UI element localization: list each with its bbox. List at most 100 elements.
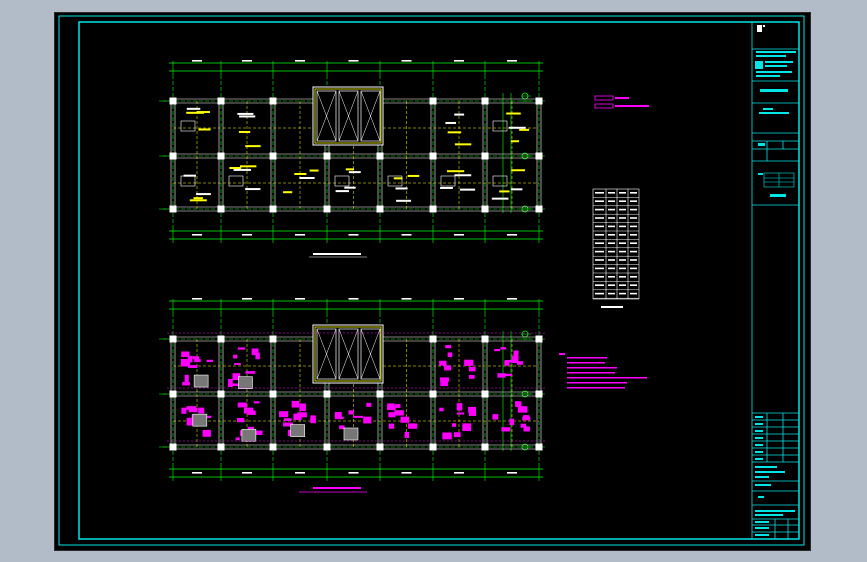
column-icon: [535, 390, 543, 398]
table-cell: [608, 259, 615, 261]
dimension-label: [192, 472, 202, 474]
table-cell: [595, 192, 604, 194]
plan-caption-top: [309, 253, 367, 258]
rebar-mark: [464, 359, 474, 366]
dimension-label: [192, 60, 202, 62]
column-icon: [429, 335, 437, 343]
rebar-mark: [395, 404, 401, 408]
rebar-mark: [188, 365, 198, 368]
beam-label: [396, 199, 412, 202]
table-cell: [630, 250, 637, 253]
structural-plan-upper[interactable]: [159, 60, 547, 243]
rebar-mark: [181, 351, 190, 358]
rebar-mark: [504, 360, 514, 363]
column-icon: [323, 205, 331, 213]
table-cell: [608, 225, 615, 228]
rebar-mark: [283, 418, 292, 422]
rebar-mark: [492, 414, 499, 420]
rebar-mark: [243, 407, 254, 414]
dimension-label: [295, 298, 305, 300]
rebar-mark: [517, 406, 528, 413]
rebar-mark: [181, 407, 187, 414]
rebar-mark: [388, 423, 395, 429]
dimension-label: [507, 472, 517, 474]
dimension-label: [401, 298, 412, 300]
inner-frame: [78, 21, 800, 540]
column-icon: [217, 390, 225, 398]
slab-marker: [334, 175, 350, 187]
rebar-mark: [439, 407, 444, 412]
table-cell: [619, 192, 626, 194]
title-block-scribble: [755, 51, 796, 536]
rebar-mark: [363, 416, 372, 424]
column-icon: [481, 152, 489, 160]
rebar-mark: [453, 432, 461, 438]
column-icon: [169, 152, 177, 160]
beam-label: [294, 172, 307, 175]
beam-label: [196, 111, 210, 114]
hatched-opening: [241, 428, 257, 442]
rebar-mark: [408, 423, 418, 429]
beam-label: [459, 188, 476, 191]
beam-label: [499, 190, 510, 193]
beam-label: [506, 112, 521, 115]
table-cell: [608, 267, 615, 270]
beam-label: [454, 143, 472, 146]
rebar-mark: [237, 417, 245, 423]
beam-label: [348, 171, 361, 174]
column-icon: [481, 97, 489, 105]
table-cell: [595, 234, 604, 236]
dimension-label: [295, 472, 305, 474]
column-icon: [481, 390, 489, 398]
column-icon: [376, 152, 384, 160]
column-icon: [217, 97, 225, 105]
table-cell: [595, 250, 604, 253]
column-icon: [535, 335, 543, 343]
rebar-mark: [400, 416, 410, 423]
plan-caption-bottom: [299, 487, 367, 493]
column-icon: [429, 390, 437, 398]
column-icon: [481, 205, 489, 213]
beam-label: [511, 188, 523, 191]
rebar-mark: [513, 350, 519, 357]
rebar-mark: [440, 381, 448, 387]
column-icon: [217, 443, 225, 451]
table-cell: [595, 292, 604, 295]
rebar-mark: [198, 407, 205, 414]
column-icon: [535, 97, 543, 105]
beam-label: [283, 191, 293, 194]
table-cell: [630, 292, 637, 295]
beam-label: [309, 169, 319, 172]
rebar-mark: [503, 373, 512, 377]
dimension-label: [454, 472, 464, 474]
rebar-mark: [445, 345, 452, 349]
dimension-label: [401, 60, 412, 62]
rebar-mark: [456, 403, 463, 411]
drawing-sheet[interactable]: [54, 12, 811, 551]
beam-label: [198, 128, 211, 131]
rebar-mark: [440, 377, 449, 382]
rebar-mark: [237, 347, 246, 350]
rebar-mark: [462, 423, 472, 432]
beam-label: [440, 186, 453, 189]
rebar-mark: [509, 418, 515, 426]
beam-label: [229, 167, 242, 170]
column-icon: [535, 205, 543, 213]
beam-label: [245, 145, 261, 148]
beam-label: [491, 197, 509, 200]
table-cell: [595, 217, 604, 219]
beam-label: [510, 140, 519, 143]
title-block[interactable]: [751, 22, 799, 539]
table-cell: [619, 259, 626, 261]
table-cell: [619, 217, 626, 219]
beam-label: [393, 177, 403, 180]
hatched-opening: [290, 424, 305, 437]
structural-plan-lower[interactable]: [159, 298, 547, 481]
dimension-label: [401, 234, 412, 236]
table-cell: [619, 242, 626, 244]
column-icon: [429, 205, 437, 213]
column-icon: [269, 152, 277, 160]
slab-marker: [440, 175, 456, 187]
rebar-mark: [299, 403, 306, 412]
rebar-mark: [334, 412, 342, 420]
